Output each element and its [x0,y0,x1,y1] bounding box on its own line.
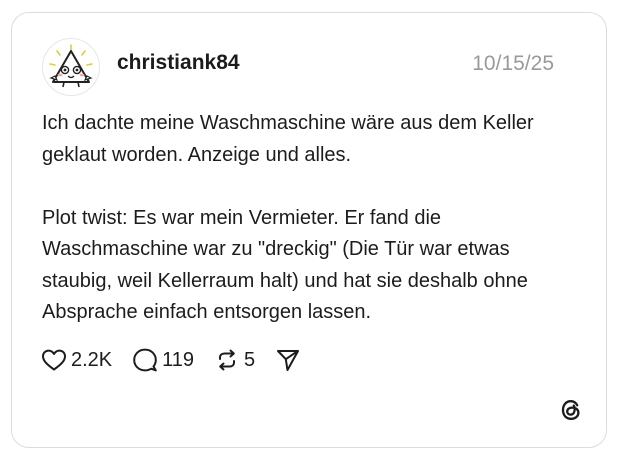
heart-icon [42,349,66,371]
post-paragraph: Plot twist: Es war mein Vermieter. Er fa… [42,206,528,324]
reply-button[interactable]: 119 [132,347,194,373]
threads-logo-icon[interactable] [558,397,584,423]
post-body: Ich dachte meine Waschmaschine wäre aus … [42,108,582,329]
like-count: 2.2K [71,348,113,371]
avatar-illustration [49,44,93,88]
username[interactable]: christiank84 [117,51,240,75]
paper-plane-icon [277,350,300,371]
like-button[interactable]: 2.2K [41,348,112,372]
share-button[interactable] [275,347,301,373]
action-bar: 2.2K 119 5 [41,344,321,376]
post-timestamp: 10/15/25 [472,52,554,75]
repost-arrows-icon [219,349,236,371]
repost-button[interactable]: 5 [214,347,255,373]
avatar[interactable] [42,38,100,96]
repost-count: 5 [244,348,256,371]
post-paragraph: Ich dachte meine Waschmaschine wäre aus … [42,112,534,166]
speech-bubble-icon [133,348,157,372]
post-card: christiank84 10/15/25 Ich dachte meine W… [11,12,607,448]
reply-count: 119 [162,348,195,371]
